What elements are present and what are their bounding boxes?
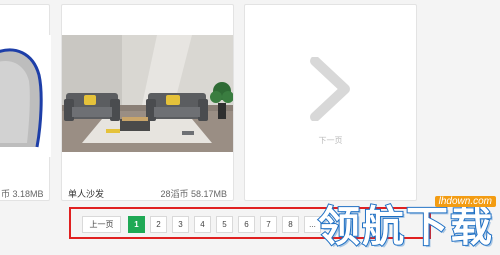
page-button-7[interactable]: 7 xyxy=(260,216,277,233)
page-button-2[interactable]: 2 xyxy=(150,216,167,233)
card-title[interactable]: 单人沙发 xyxy=(68,187,104,200)
next-page-card[interactable]: 下一页 xyxy=(244,4,417,201)
watermark-url: lhdown.com xyxy=(434,196,496,207)
card-meta: 28滔币 58.17MB xyxy=(160,189,227,199)
card-thumbnail[interactable] xyxy=(62,35,233,152)
page-button-4[interactable]: 4 xyxy=(194,216,211,233)
card-meta: 币 3.18MB xyxy=(1,189,44,199)
card-thumbnail[interactable] xyxy=(0,35,51,157)
page-button-1[interactable]: 1 xyxy=(128,216,145,233)
chevron-right-icon xyxy=(310,57,350,121)
site-watermark: 领航下载 lhdown.com xyxy=(317,196,500,255)
page-button-8[interactable]: 8 xyxy=(282,216,299,233)
watermark-logo-text: 领航下载 xyxy=(317,202,495,251)
next-page-label: 下一页 xyxy=(318,136,343,145)
resource-card-single-sofa[interactable]: 单人沙发 28滔币 58.17MB xyxy=(61,4,234,201)
page-button-6[interactable]: 6 xyxy=(238,216,255,233)
prev-page-button[interactable]: 上一页 xyxy=(82,216,121,233)
page-button-5[interactable]: 5 xyxy=(216,216,233,233)
resource-card-left[interactable]: 币 3.18MB xyxy=(0,4,51,201)
page-button-3[interactable]: 3 xyxy=(172,216,189,233)
